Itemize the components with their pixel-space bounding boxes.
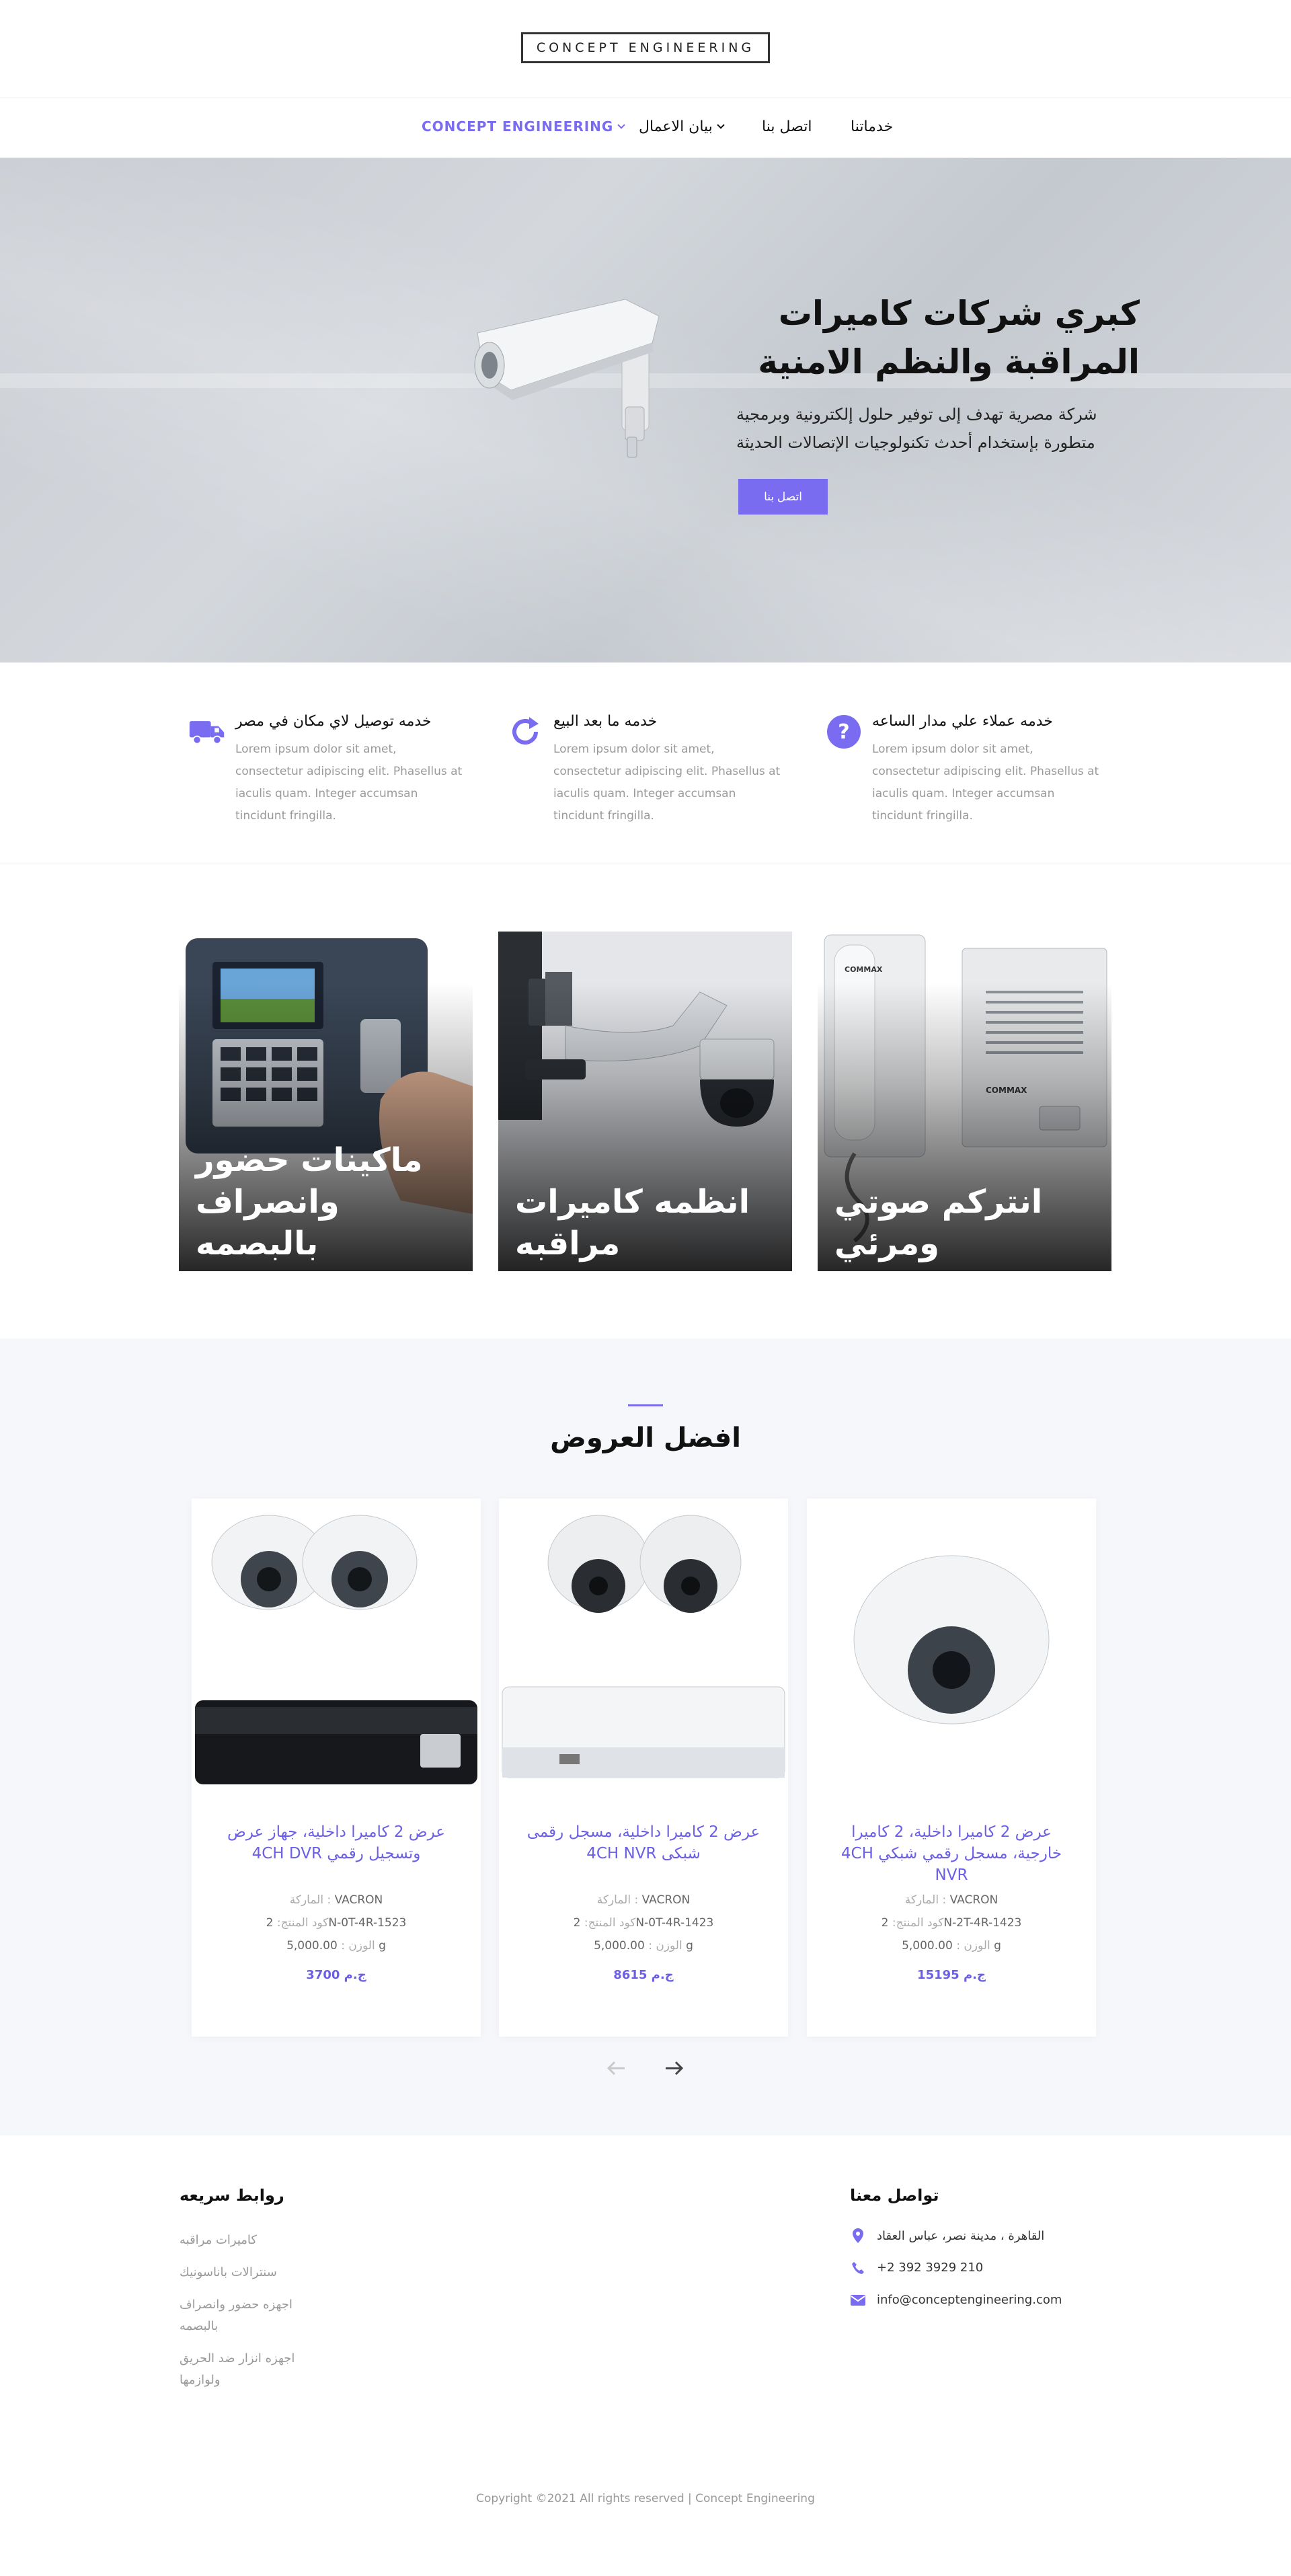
product-code-row: كود المنتج: 2N-0T-4R-1523 [266,1916,407,1930]
site-logo[interactable]: CONCEPT ENGINEERING [521,32,770,63]
contact-email[interactable]: info@conceptengineering.com [850,2293,1062,2307]
feature-title: خدمه توصيل لاي مكان في مصر [235,713,432,730]
contact-phone[interactable]: +2 392 3929 210 [850,2261,983,2275]
product-title-link[interactable]: عرض 2 كاميرا داخلية، 2 كاميرا خارجية، مس… [834,1821,1069,1886]
chevron-down-icon [717,121,725,129]
product-meta: الماركة : VACRON كود المنتج: 2N-2T-4R-14… [807,1889,1096,1957]
site-header: CONCEPT ENGINEERING [0,0,1291,98]
features-section: خدمه توصيل لاي مكان في مصر Lorem ipsum d… [0,662,1291,864]
product-weight-row: الوزن : 5,000.00 g [594,1939,693,1953]
product-image [195,1515,477,1784]
category-card-intercom[interactable]: COMMAX COMMAX انتركم صوتي ومرئي [818,932,1111,1271]
product-title-link[interactable]: عرض 2 كاميرا داخلية، جهاز عرض وتسجيل رقم… [219,1821,454,1864]
truck-icon [188,713,226,751]
contact-address: القاهرة ، مدينة نصر، عباس العقاد [850,2228,1044,2243]
feature-title: خدمه عملاء علي مدار الساعه [872,713,1053,730]
product-price: 8615 ج.م [613,1968,674,1982]
product-meta: الماركة : VACRON كود المنتج: 2N-0T-4R-14… [499,1889,788,1957]
product-code-row: كود المنتج: 2N-2T-4R-1423 [881,1916,1022,1930]
quick-link[interactable]: كاميرات مراقبه [180,2230,314,2251]
feature-title: خدمه ما بعد البيع [553,713,658,730]
main-nav: CONCEPT ENGINEERING بيان الاعمال اتصل بن… [0,98,1291,158]
nav-item-services[interactable]: خدماتنا [851,118,893,135]
nav-item-label: خدماتنا [851,118,894,135]
product-image [853,1555,1050,1725]
site-footer: روابط سريعه كاميرات مراقبه سنترالات بانا… [0,2135,1291,2576]
feature-text: Lorem ipsum dolor sit amet, consectetur … [872,743,1099,823]
envelope-icon [850,2294,866,2306]
arrow-left-icon [607,2061,625,2076]
nav-item-contact[interactable]: اتصل بنا [762,118,812,135]
chevron-down-icon [617,120,626,129]
refresh-icon [506,713,544,751]
nav-item-portfolio[interactable]: بيان الاعمال [639,118,725,135]
product-brand-row: الماركة : VACRON [289,1893,383,1907]
product-card[interactable]: عرض 2 كاميرا داخلية، 2 كاميرا خارجية، مس… [807,1499,1096,2037]
nav-item-concept-engineering[interactable]: CONCEPT ENGINEERING [422,118,626,135]
question-icon: ? [825,713,863,751]
product-price: 3700 ج.م [306,1968,366,1982]
section-title: افضل العروض [550,1423,741,1453]
carousel-next-button[interactable] [661,2055,688,2082]
category-label: انتركم صوتي ومرئي [834,1183,1043,1262]
hero-subtitle: شركة مصرية تهدف إلى توفير حلول إلكترونية… [736,405,1097,452]
product-title-link[interactable]: عرض 2 كاميرا داخلية، مسجل رقمى شبكى 4CH … [526,1821,761,1864]
security-camera-illustration [474,299,660,458]
contact-us-button[interactable]: اتصل بنا [738,479,828,515]
offers-section: افضل العروض عرض 2 كاميرا داخلية، جهاز عر… [0,1338,1291,2135]
category-card-attendance[interactable]: ماكينات حضور وانصراف بالبصمه [179,932,473,1271]
product-image [502,1515,785,1778]
category-label: ماكينات حضور وانصراف بالبصمه [196,1141,423,1262]
categories-section: ماكينات حضور وانصراف بالبصمه انظمه كامير… [0,864,1291,1338]
quick-link[interactable]: سنترالات باناسونيك [180,2262,314,2283]
quick-link[interactable]: اجهزه انزار ضد الحريق ولوازمها [180,2348,314,2391]
product-card[interactable]: عرض 2 كاميرا داخلية، مسجل رقمى شبكى 4CH … [499,1499,788,2037]
hero-banner: كبري شركات كاميرات المراقبة والنظم الامن… [0,158,1291,662]
quick-links-title: روابط سريعه [180,2186,284,2205]
carousel-prev-button[interactable] [602,2055,629,2082]
hero-title: كبري شركات كاميرات المراقبة والنظم الامن… [758,294,1140,381]
product-price: 15195 ج.م [917,1968,986,1982]
product-weight-row: الوزن : 5,000.00 g [286,1939,386,1953]
product-card[interactable]: عرض 2 كاميرا داخلية، جهاز عرض وتسجيل رقم… [192,1499,481,2037]
nav-item-label: اتصل بنا [762,118,812,135]
section-divider [628,1404,663,1406]
category-label: انظمه كاميرات مراقبه [515,1183,750,1262]
product-meta: الماركة : VACRON كود المنتج: 2N-0T-4R-15… [192,1889,481,1957]
product-weight-row: الوزن : 5,000.00 g [902,1939,1001,1953]
nav-item-label: بيان الاعمال [639,118,713,135]
svg-text:?: ? [838,720,849,744]
arrow-right-icon [666,2061,684,2076]
nav-item-label: CONCEPT ENGINEERING [422,118,614,135]
product-code-row: كود المنتج: 2N-0T-4R-1423 [573,1916,714,1930]
feature-text: Lorem ipsum dolor sit amet, consectetur … [553,743,781,823]
copyright-text: Copyright ©2021 All rights reserved | Co… [476,2492,815,2505]
phone-icon [850,2261,866,2275]
contact-title: تواصل معنا [850,2186,939,2205]
product-brand-row: الماركة : VACRON [596,1893,691,1907]
category-card-cctv[interactable]: انظمه كاميرات مراقبه [498,932,792,1271]
map-pin-icon [850,2228,866,2243]
product-brand-row: الماركة : VACRON [904,1893,999,1907]
quick-link[interactable]: اجهزه حضور وانصراف بالبصمه [180,2294,314,2337]
feature-text: Lorem ipsum dolor sit amet, consectetur … [235,743,463,823]
